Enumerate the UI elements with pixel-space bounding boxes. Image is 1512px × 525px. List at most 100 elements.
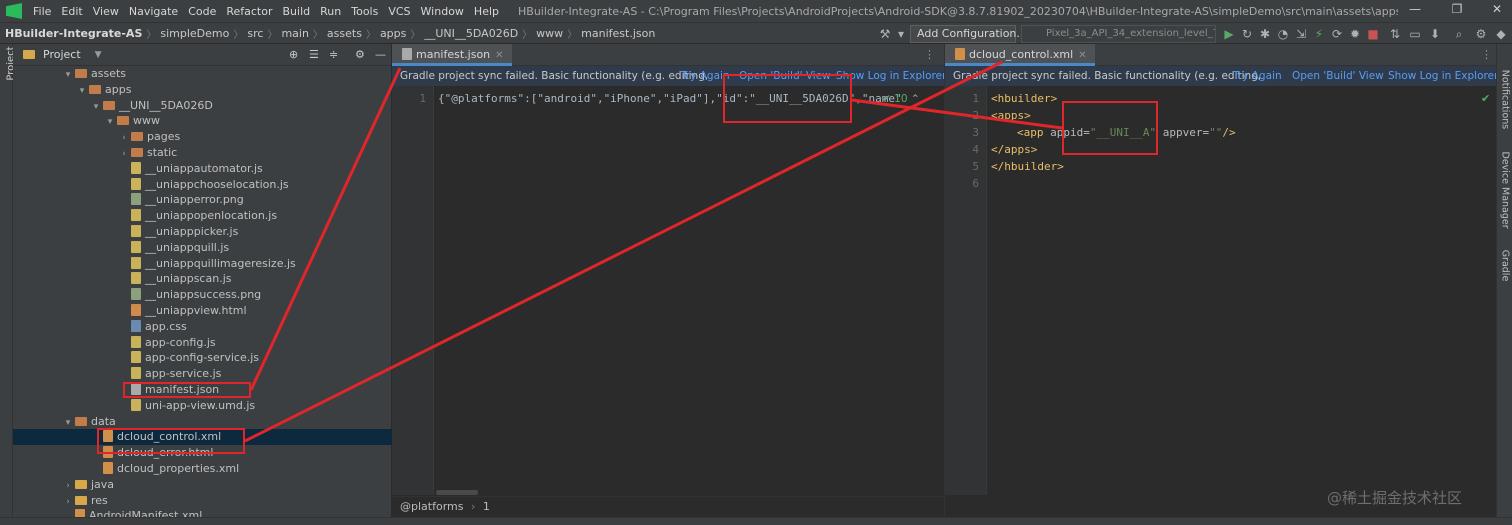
- apply-changes-icon[interactable]: ⚡: [1312, 27, 1326, 41]
- chevron-down-icon[interactable]: ▾: [77, 83, 87, 99]
- chevron-down-icon[interactable]: ▾: [63, 67, 73, 83]
- code-line-apps-close[interactable]: </apps>: [991, 143, 1037, 156]
- tree-file[interactable]: app.css: [13, 319, 392, 335]
- breadcrumb-item[interactable]: main: [279, 27, 310, 40]
- tree-file[interactable]: __uniappsuccess.png: [13, 287, 392, 303]
- more-tabs-icon[interactable]: ⋮: [924, 48, 935, 61]
- sync-gradle-icon[interactable]: ⇅: [1388, 27, 1402, 41]
- project-view-selector[interactable]: Project: [43, 48, 81, 61]
- minimize-icon[interactable]: —: [1400, 2, 1430, 20]
- tree-folder[interactable]: ▾ www: [13, 113, 392, 129]
- tree-file[interactable]: __uniappscan.js: [13, 271, 392, 287]
- tree-folder[interactable]: › java: [13, 477, 392, 493]
- status-crumb-index[interactable]: 1: [483, 500, 490, 513]
- tree-file[interactable]: __uniappview.html: [13, 303, 392, 319]
- search-icon[interactable]: ⌕: [1452, 27, 1466, 41]
- menu-window[interactable]: Window: [416, 5, 469, 18]
- chevron-down-icon[interactable]: ▼: [95, 50, 102, 60]
- notifications-tool-button[interactable]: Notifications: [1500, 62, 1511, 138]
- chevron-down-icon[interactable]: ▾: [91, 99, 101, 115]
- rerun-icon[interactable]: ↻: [1240, 27, 1254, 41]
- debug-bug-icon[interactable]: ✹: [1348, 27, 1362, 41]
- tree-folder[interactable]: › res: [13, 493, 392, 509]
- tree-folder[interactable]: ▾ __UNI__5DA026D: [13, 98, 392, 114]
- code-line-hbuilder-open[interactable]: <hbuilder>: [991, 92, 1057, 105]
- chevron-down-icon[interactable]: ▾: [105, 114, 115, 130]
- status-crumb-path[interactable]: @platforms: [400, 500, 463, 513]
- menu-view[interactable]: View: [88, 5, 124, 18]
- horizontal-scrollbar[interactable]: [436, 490, 478, 495]
- panel-settings-icon[interactable]: ⚙: [355, 48, 365, 61]
- chevron-right-icon[interactable]: ›: [119, 146, 129, 162]
- device-selector[interactable]: Pixel_3a_API_34_extension_level_7_x8...: [1021, 25, 1216, 43]
- close-tab-icon[interactable]: ✕: [495, 50, 503, 61]
- menu-file[interactable]: File: [28, 5, 56, 18]
- debug-icon[interactable]: ✱: [1258, 27, 1272, 41]
- close-icon[interactable]: ✕: [1482, 2, 1512, 20]
- tree-folder[interactable]: › static: [13, 145, 392, 161]
- menu-tools[interactable]: Tools: [346, 5, 383, 18]
- breadcrumb-item[interactable]: simpleDemo: [158, 27, 231, 40]
- inspection-widget[interactable]: ✔ 10 ⌃: [882, 93, 920, 105]
- add-configuration-button[interactable]: Add Configuration...: [910, 25, 1027, 43]
- chevron-right-icon[interactable]: ›: [63, 478, 73, 494]
- breadcrumb-item[interactable]: assets: [325, 27, 364, 40]
- stop-icon[interactable]: ■: [1366, 27, 1380, 41]
- tree-file[interactable]: __uniappchooselocation.js: [13, 177, 392, 193]
- tree-folder[interactable]: ▾ assets: [13, 66, 392, 82]
- show-log-link[interactable]: Show Log in Explorer: [1388, 66, 1496, 86]
- apply-code-icon[interactable]: ⟳: [1330, 27, 1344, 41]
- chevron-up-icon[interactable]: ⌃: [911, 93, 920, 105]
- more-tabs-icon[interactable]: ⋮: [1481, 48, 1492, 61]
- show-log-link[interactable]: Show Log in Explorer: [836, 66, 944, 86]
- tree-file[interactable]: __uniappquillimageresize.js: [13, 256, 392, 272]
- tree-file[interactable]: app-config.js: [13, 335, 392, 351]
- code-line-apps-open[interactable]: <apps>: [991, 109, 1031, 122]
- ide-logo-icon[interactable]: ◆: [1494, 27, 1508, 41]
- menu-code[interactable]: Code: [183, 5, 221, 18]
- tree-file[interactable]: __uniappquill.js: [13, 240, 392, 256]
- device-manager-tool-button[interactable]: Device Manager: [1500, 152, 1511, 229]
- chevron-right-icon[interactable]: ›: [63, 494, 73, 510]
- menu-build[interactable]: Build: [278, 5, 316, 18]
- chevron-down-icon[interactable]: ▾: [894, 27, 908, 41]
- maximize-icon[interactable]: ❐: [1442, 2, 1472, 20]
- breadcrumb-item[interactable]: manifest.json: [579, 27, 657, 40]
- tree-file[interactable]: app-service.js: [13, 366, 392, 382]
- tree-file[interactable]: uni-app-view.umd.js: [13, 398, 392, 414]
- settings-gear-icon[interactable]: ⚙: [1474, 27, 1488, 41]
- tree-folder[interactable]: › pages: [13, 129, 392, 145]
- breadcrumb-item[interactable]: __UNI__5DA026D: [422, 27, 520, 40]
- tree-file[interactable]: __uniappopenlocation.js: [13, 208, 392, 224]
- gradle-tool-button[interactable]: Gradle: [1500, 228, 1511, 304]
- breadcrumb-item[interactable]: www: [534, 27, 565, 40]
- tree-file[interactable]: __uniappautomator.js: [13, 161, 392, 177]
- sdk-manager-icon[interactable]: ⬇: [1428, 27, 1442, 41]
- chevron-right-icon[interactable]: ›: [119, 130, 129, 146]
- tree-folder[interactable]: ▾ apps: [13, 82, 392, 98]
- menu-help[interactable]: Help: [469, 5, 504, 18]
- tree-file[interactable]: __uniapperror.png: [13, 192, 392, 208]
- target-icon[interactable]: ⊕: [289, 48, 298, 61]
- menu-navigate[interactable]: Navigate: [124, 5, 183, 18]
- breadcrumb-item[interactable]: apps: [378, 27, 408, 40]
- menu-edit[interactable]: Edit: [56, 5, 87, 18]
- hammer-icon[interactable]: ⚒: [878, 27, 892, 41]
- close-tab-icon[interactable]: ✕: [1078, 50, 1086, 61]
- menu-run[interactable]: Run: [315, 5, 346, 18]
- open-build-view-link[interactable]: Open 'Build' View: [1292, 66, 1384, 86]
- expand-all-icon[interactable]: ☰: [309, 48, 319, 61]
- try-again-link[interactable]: Try Again: [1233, 66, 1282, 86]
- tab-dcloud-control-xml[interactable]: dcloud_control.xml ✕: [945, 44, 1095, 66]
- profile-icon[interactable]: ◔: [1276, 27, 1290, 41]
- collapse-all-icon[interactable]: ≑: [329, 48, 338, 61]
- tree-file[interactable]: dcloud_properties.xml: [13, 461, 392, 477]
- device-manager-icon[interactable]: ▭: [1408, 27, 1422, 41]
- hide-panel-icon[interactable]: —: [375, 48, 386, 61]
- breadcrumb-item[interactable]: src: [245, 27, 265, 40]
- chevron-down-icon[interactable]: ▾: [63, 415, 73, 431]
- tab-manifest-json[interactable]: manifest.json ✕: [392, 44, 512, 66]
- code-line-hbuilder-close[interactable]: </hbuilder>: [991, 160, 1064, 173]
- tree-file[interactable]: app-config-service.js: [13, 350, 392, 366]
- run-icon[interactable]: ▶: [1222, 27, 1236, 41]
